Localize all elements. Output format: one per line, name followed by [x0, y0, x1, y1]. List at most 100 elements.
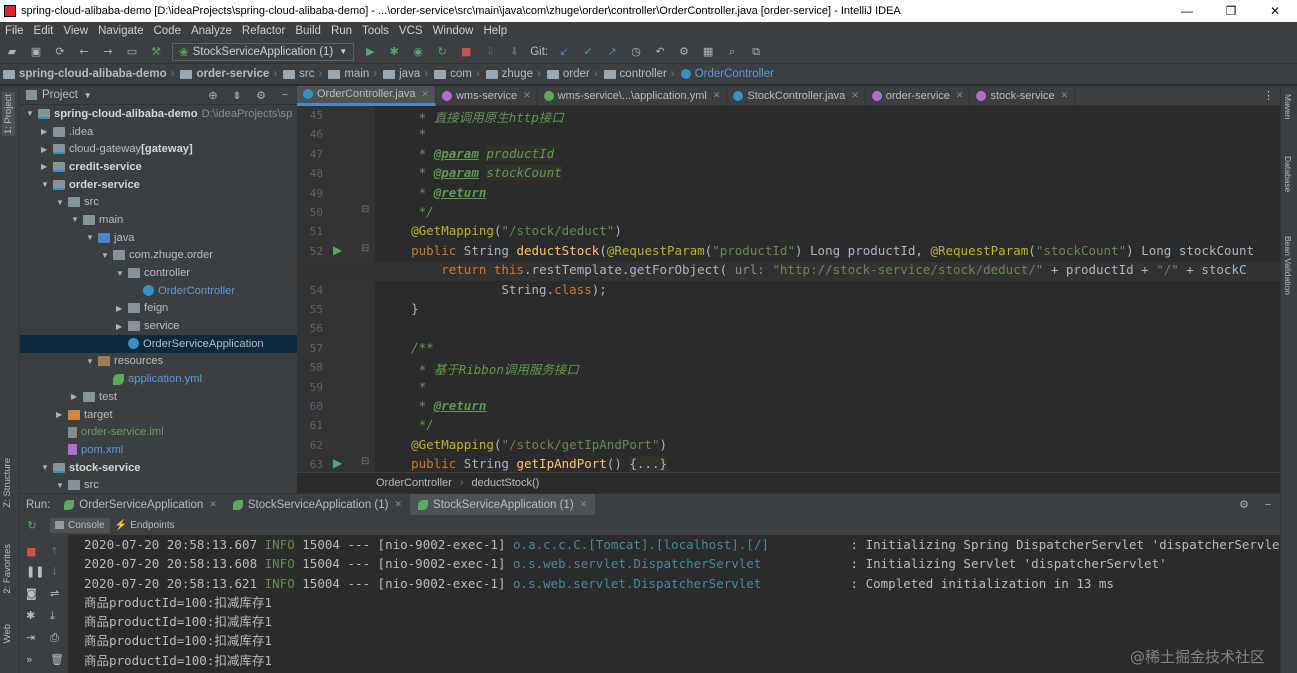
tree-node[interactable]: ▼ stock-service [20, 459, 297, 477]
code-line[interactable]: */ [381, 417, 434, 432]
sync-icon[interactable]: ⟳ [52, 44, 68, 60]
endpoints-tab[interactable]: ⚡ Endpoints [110, 518, 180, 533]
menu-item-run[interactable]: Run [326, 25, 357, 37]
tool-tab-structure[interactable]: Z: Structure [2, 458, 13, 508]
run-gutter-icon[interactable]: ▶ [333, 243, 342, 257]
code-line[interactable]: } [381, 301, 419, 316]
code-line[interactable]: /** [381, 340, 434, 355]
tree-node[interactable]: application.yml [20, 370, 297, 388]
forward-arrow-icon[interactable]: → [100, 44, 116, 60]
breadcrumb-item[interactable]: java › [380, 68, 431, 80]
tree-node[interactable]: OrderController [20, 282, 297, 300]
tree-node[interactable]: ▼ spring-cloud-alibaba-demo D:\ideaProject… [20, 105, 297, 123]
git-push-icon[interactable]: ↗ [604, 44, 620, 60]
code-line[interactable]: * [381, 379, 427, 394]
project-view-label[interactable]: Project [42, 89, 78, 101]
breadcrumb-item[interactable]: spring-cloud-alibaba-demo › [0, 68, 177, 80]
close-icon[interactable]: ✕ [956, 90, 964, 101]
rerun-icon[interactable]: ↻ [24, 517, 40, 533]
expand-arrow-icon[interactable]: ▼ [56, 198, 66, 207]
run-tab-stock-service[interactable]: StockServiceApplication (1) ✕ [225, 494, 410, 516]
run-configuration-select[interactable]: ❀ StockServiceApplication (1) ▼ [172, 42, 355, 61]
code-line[interactable]: * @return [381, 185, 487, 200]
run-gutter-icon[interactable]: ▶ [333, 456, 342, 470]
editor-tab[interactable]: wms-service ✕ [436, 85, 538, 106]
gear-icon[interactable]: ⚙ [1236, 497, 1252, 513]
menu-item-file[interactable]: File [0, 25, 29, 37]
expand-arrow-icon[interactable]: ▼ [26, 109, 36, 118]
print-icon[interactable]: ⎙ [50, 631, 59, 645]
close-icon[interactable]: ✕ [209, 499, 217, 510]
menu-item-help[interactable]: Help [478, 25, 512, 37]
close-icon[interactable]: ✕ [580, 499, 588, 510]
window-icon[interactable]: ▭ [124, 44, 140, 60]
close-icon[interactable]: ✕ [1061, 90, 1069, 101]
minimize-button[interactable]: — [1165, 4, 1209, 18]
tree-node[interactable]: order-service.iml [20, 423, 297, 441]
editor-tab[interactable]: wms-service\...\application.yml ✕ [538, 85, 728, 106]
code-editor[interactable]: 454647484950⊟5152▶⊟53💡545556575859606162… [297, 106, 1280, 472]
breadcrumb-method[interactable]: deductStock() [471, 477, 539, 489]
collapse-arrow-icon[interactable]: ▶ [56, 410, 66, 419]
save-icon[interactable]: ▣ [28, 44, 44, 60]
close-icon[interactable]: ✕ [851, 90, 859, 101]
tree-node[interactable]: ▶ target [20, 406, 297, 424]
expand-arrow-icon[interactable]: ▼ [71, 215, 81, 224]
close-icon[interactable]: ✕ [523, 90, 531, 101]
more-icon[interactable]: » [26, 653, 33, 666]
hide-icon[interactable]: − [277, 87, 293, 103]
tree-node[interactable]: ▼ src [20, 476, 297, 493]
history-icon[interactable]: ◷ [628, 44, 644, 60]
menu-item-vcs[interactable]: VCS [394, 25, 428, 37]
tool-tab-maven[interactable]: Maven [1283, 94, 1293, 120]
breadcrumb-item[interactable]: zhuge › [483, 68, 544, 80]
editor-gutter[interactable]: 454647484950⊟5152▶⊟53💡545556575859606162… [297, 106, 393, 472]
target-icon[interactable]: ⊕ [205, 87, 221, 103]
tree-node[interactable]: ▶ feign [20, 300, 297, 318]
tree-node[interactable]: ▼ com.zhuge.order [20, 247, 297, 265]
tool-tab-project[interactable]: 1: Project [2, 92, 15, 137]
expand-arrow-icon[interactable]: ▼ [86, 233, 96, 242]
tree-node[interactable]: ▼ controller [20, 264, 297, 282]
git-commit-icon[interactable]: ✓ [580, 44, 596, 60]
tree-node[interactable]: ▶ cloud-gateway [gateway] [20, 140, 297, 158]
menu-item-navigate[interactable]: Navigate [93, 25, 148, 37]
breadcrumb-item[interactable]: com › [431, 68, 483, 80]
editor-tab[interactable]: StockController.java ✕ [727, 85, 866, 106]
tree-node[interactable]: ▼ resources [20, 353, 297, 371]
git-update-icon[interactable]: ↙ [556, 44, 572, 60]
console-output[interactable]: 2020-07-20 20:58:13.607 INFO 15004 --- [… [68, 535, 1280, 673]
vcs-update-icon[interactable]: ⬇ [506, 44, 522, 60]
run-icon[interactable]: ▶ [362, 44, 378, 60]
breadcrumb-item[interactable]: order-service › [177, 68, 280, 80]
code-line[interactable]: @GetMapping("/stock/getIpAndPort") [381, 437, 667, 452]
scroll-down-icon[interactable]: ↓ [50, 565, 59, 578]
code-line[interactable]: public String deductStock(@RequestParam(… [381, 243, 1254, 258]
close-icon[interactable]: ✕ [394, 499, 402, 510]
tool-tab-bean-validation[interactable]: Bean Validation [1283, 236, 1293, 295]
code-line[interactable]: * @return [381, 398, 487, 413]
tool-tab-database[interactable]: Database [1283, 156, 1293, 192]
breadcrumb-class[interactable]: OrderController [376, 477, 452, 489]
project-structure-icon[interactable]: ▦ [700, 44, 716, 60]
editor-tab[interactable]: OrderController.java ✕ [297, 85, 436, 106]
code-line[interactable]: return this.restTemplate.getForObject( u… [381, 262, 1246, 277]
rollback-icon[interactable]: ↶ [652, 44, 668, 60]
code-line[interactable]: * 直接调用原生http接口 [381, 107, 564, 126]
scroll-end-icon[interactable]: ⤓ [50, 609, 55, 623]
menu-item-refactor[interactable]: Refactor [237, 25, 290, 37]
expand-arrow-icon[interactable]: ▼ [86, 357, 96, 366]
gear-icon[interactable]: ⚙ [253, 87, 269, 103]
fold-marker-icon[interactable]: ⊟ [361, 243, 369, 254]
menu-item-build[interactable]: Build [290, 25, 326, 37]
settings-wrench-icon[interactable]: ⚙ [676, 44, 692, 60]
collapse-arrow-icon[interactable]: ▶ [41, 145, 51, 154]
tree-node[interactable]: ▼ main [20, 211, 297, 229]
maximize-button[interactable]: ❐ [1209, 4, 1253, 18]
tree-node[interactable]: ▶ service [20, 317, 297, 335]
tree-node[interactable]: pom.xml [20, 441, 297, 459]
breadcrumb-item[interactable]: main › [325, 68, 380, 80]
menu-item-analyze[interactable]: Analyze [186, 25, 237, 37]
breadcrumb-item[interactable]: OrderController [678, 68, 777, 80]
debug-icon[interactable]: ✱ [386, 44, 402, 60]
